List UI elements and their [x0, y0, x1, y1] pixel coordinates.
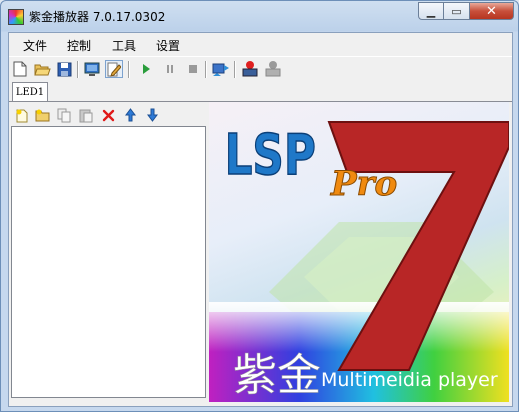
new-file-button[interactable]: [11, 60, 29, 78]
refresh-button[interactable]: [212, 60, 230, 78]
toolbar-separator: [77, 61, 79, 78]
logo-pro: Pro: [330, 164, 397, 204]
save-icon: [57, 62, 71, 76]
new-item-icon: [16, 109, 28, 122]
record-button[interactable]: [241, 60, 259, 78]
tagline: Multimeidia player: [321, 369, 498, 391]
close-button[interactable]: ✕: [470, 2, 514, 20]
move-down-button[interactable]: [143, 106, 161, 124]
title-bar[interactable]: 紫金播放器 7.0.17.0302 ▁ ▭ ✕: [1, 1, 518, 31]
app-icon[interactable]: [8, 9, 24, 25]
save-button[interactable]: [55, 60, 73, 78]
paste-button[interactable]: [77, 106, 95, 124]
move-up-icon: [124, 108, 136, 122]
play-button[interactable]: [137, 60, 155, 78]
main-toolbar: [9, 56, 512, 82]
toolbar-separator: [234, 61, 236, 78]
refresh-icon: [212, 63, 229, 76]
stop-button[interactable]: [184, 60, 202, 78]
new-file-icon: [13, 61, 27, 77]
open-folder-icon: [33, 64, 51, 76]
pause-icon: [167, 65, 173, 73]
minimize-button[interactable]: ▁: [418, 2, 444, 20]
menu-settings[interactable]: 设置: [156, 37, 180, 54]
pause-button[interactable]: [161, 60, 179, 78]
copy-button[interactable]: [55, 106, 73, 124]
splash-image: 7 LSP Pro 紫金 Multimeidia player: [209, 102, 509, 402]
menu-bar: 文件 控制 工具 设置: [9, 33, 512, 55]
stop-icon: [189, 65, 197, 73]
delete-button[interactable]: [99, 106, 117, 124]
delete-icon: [102, 109, 114, 121]
window-title: 紫金播放器 7.0.17.0302: [29, 10, 166, 24]
play-icon: [143, 64, 150, 74]
menu-file[interactable]: 文件: [23, 37, 47, 54]
logo-lsp: LSP: [225, 122, 316, 188]
client-area: 文件 控制 工具 设置 LED1 LSP Pro 紫金 Multimeidia …: [8, 32, 513, 407]
menu-control[interactable]: 控制: [67, 37, 91, 54]
new-item-button[interactable]: [13, 106, 31, 124]
record-disabled-icon: [265, 61, 281, 77]
new-folder-button[interactable]: [33, 106, 51, 124]
paste-icon: [79, 109, 92, 122]
chinese-logo: 紫金: [233, 350, 321, 401]
minimize-icon: ▁: [426, 4, 436, 18]
move-up-button[interactable]: [121, 106, 139, 124]
menu-tools[interactable]: 工具: [112, 37, 136, 54]
program-list[interactable]: [11, 126, 206, 398]
app-window: 紫金播放器 7.0.17.0302 ▁ ▭ ✕ 文件 控制 工具 设置 LED1…: [0, 0, 519, 412]
tab-strip: LED1: [9, 81, 512, 102]
record-icon: [242, 61, 258, 77]
new-folder-icon: [35, 109, 49, 122]
open-folder-button[interactable]: [33, 60, 51, 78]
maximize-icon: ▭: [451, 4, 462, 18]
toolbar-separator: [128, 61, 130, 78]
window-controls: ▁ ▭ ✕: [418, 2, 514, 20]
edit-icon: [107, 62, 121, 77]
tab-led1[interactable]: LED1: [12, 82, 48, 101]
record-disabled-button[interactable]: [264, 60, 282, 78]
display-icon: [84, 62, 100, 76]
toolbar-separator: [205, 61, 207, 78]
splash-graphic: 7 LSP Pro 紫金 Multimeidia player: [209, 121, 509, 402]
display-button[interactable]: [83, 60, 101, 78]
copy-icon: [57, 108, 70, 122]
close-icon: ✕: [486, 3, 497, 19]
move-down-icon: [146, 108, 158, 122]
edit-button[interactable]: [105, 60, 123, 78]
maximize-button[interactable]: ▭: [444, 2, 470, 20]
